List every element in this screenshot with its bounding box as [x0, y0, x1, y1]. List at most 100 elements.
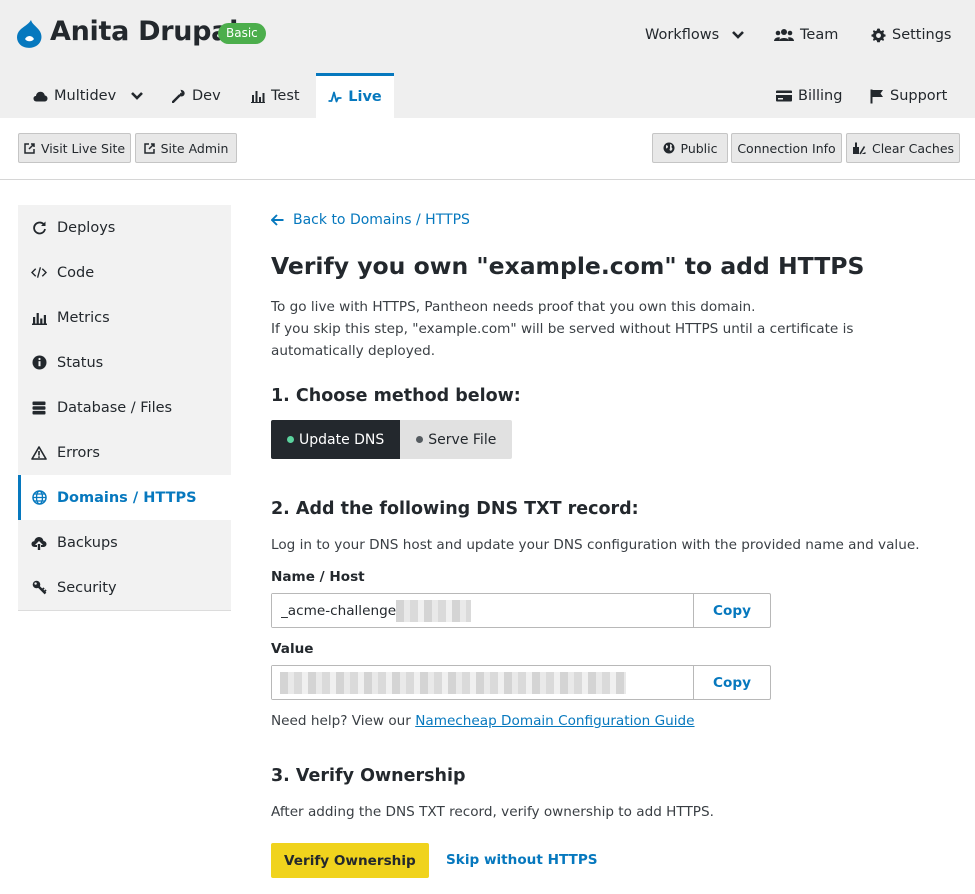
credit-card-icon — [776, 90, 792, 102]
sidebar-item-code[interactable]: Code — [18, 250, 231, 295]
globe-icon — [31, 490, 47, 506]
tab-dev[interactable]: Dev — [172, 74, 221, 118]
sidebar-item-label: Status — [57, 354, 104, 371]
back-to-domains-link[interactable]: Back to Domains / HTTPS — [271, 212, 470, 228]
help-text: Need help? View our Namecheap Domain Con… — [271, 713, 695, 729]
plan-badge: Basic — [218, 23, 266, 44]
selected-dot-icon — [287, 436, 294, 443]
step3-instructions: After adding the DNS TXT record, verify … — [271, 804, 714, 820]
tab-test-label: Test — [271, 88, 300, 104]
billing-label: Billing — [798, 88, 843, 104]
method-toggle: Update DNS Serve File — [271, 420, 513, 459]
sidebar-item-label: Code — [57, 264, 95, 281]
info-icon — [31, 355, 47, 371]
connection-info-label: Connection Info — [737, 140, 836, 156]
environment-action-bar: Visit Live Site Site Admin Public Connec… — [0, 118, 975, 180]
key-icon — [31, 580, 47, 596]
external-link-icon — [143, 142, 155, 154]
sidebar-item-label: Database / Files — [57, 399, 173, 416]
site-admin-button[interactable]: Site Admin — [135, 133, 237, 163]
site-admin-label: Site Admin — [160, 140, 229, 156]
sidebar-item-backups[interactable]: Backups — [18, 520, 231, 565]
step2-heading: 2. Add the following DNS TXT record: — [271, 499, 639, 519]
update-dns-option[interactable]: Update DNS — [271, 420, 401, 459]
pulse-icon — [328, 91, 342, 103]
support-label: Support — [890, 88, 948, 104]
sidebar-item-label: Deploys — [57, 219, 116, 236]
step1-heading: 1. Choose method below: — [271, 386, 521, 406]
skip-without-https-link[interactable]: Skip without HTTPS — [446, 852, 598, 868]
team-link[interactable]: Team — [774, 24, 838, 46]
workflows-menu[interactable]: Workflows — [645, 24, 745, 46]
bar-chart-icon — [251, 91, 265, 103]
arrow-left-icon — [271, 214, 284, 226]
name-host-field: Copy — [271, 593, 771, 628]
drupal-logo-icon — [17, 20, 42, 48]
cloud-icon — [33, 91, 48, 101]
value-field: Copy — [271, 665, 771, 700]
tab-live[interactable]: Live — [316, 73, 394, 118]
namecheap-guide-link[interactable]: Namecheap Domain Configuration Guide — [415, 713, 694, 729]
name-host-input[interactable] — [272, 594, 693, 627]
sidebar-item-deploys[interactable]: Deploys — [18, 205, 231, 250]
environment-sidebar: Deploys Code Metrics Status Database / F… — [18, 205, 232, 611]
sidebar-item-errors[interactable]: Errors — [18, 430, 231, 475]
public-button[interactable]: Public — [652, 133, 728, 163]
sidebar-item-label: Backups — [57, 534, 118, 551]
sidebar-item-status[interactable]: Status — [18, 340, 231, 385]
sidebar-item-metrics[interactable]: Metrics — [18, 295, 231, 340]
visit-live-site-label: Visit Live Site — [40, 140, 126, 156]
intro-line-1: To go live with HTTPS, Pantheon needs pr… — [271, 299, 756, 315]
team-label: Team — [800, 27, 839, 43]
page-title: Verify you own "example.com" to add HTTP… — [271, 252, 865, 280]
top-header: Anita Drupal Basic Workflows Team Settin… — [0, 0, 975, 118]
visit-live-site-button[interactable]: Visit Live Site — [18, 133, 131, 163]
value-label: Value — [271, 641, 314, 657]
copy-value-button[interactable]: Copy — [693, 666, 770, 699]
sidebar-item-label: Metrics — [57, 309, 110, 326]
serve-file-option[interactable]: Serve File — [400, 420, 513, 459]
connection-info-button[interactable]: Connection Info — [731, 133, 842, 163]
unselected-dot-icon — [416, 436, 424, 443]
sidebar-item-label: Errors — [57, 444, 100, 461]
sidebar-item-database-files[interactable]: Database / Files — [18, 385, 231, 430]
globe-icon — [663, 142, 674, 154]
step3-heading: 3. Verify Ownership — [271, 766, 466, 786]
help-prefix: Need help? View our — [271, 713, 416, 729]
tab-dev-label: Dev — [192, 88, 221, 104]
clear-caches-button[interactable]: Clear Caches — [846, 133, 960, 163]
public-label: Public — [680, 140, 718, 156]
redacted-txt-value — [280, 672, 626, 694]
intro-text: To go live with HTTPS, Pantheon needs pr… — [271, 296, 931, 362]
name-host-label: Name / Host — [271, 569, 365, 585]
chevron-down-icon — [131, 92, 144, 100]
chevron-down-icon — [732, 31, 745, 39]
verify-ownership-button[interactable]: Verify Ownership — [271, 843, 429, 878]
copy-name-button[interactable]: Copy — [693, 594, 770, 627]
site-name[interactable]: Anita Drupal — [50, 16, 238, 47]
intro-line-2: If you skip this step, "example.com" wil… — [271, 321, 854, 359]
clear-caches-label: Clear Caches — [871, 140, 955, 156]
tab-test[interactable]: Test — [251, 74, 300, 118]
redacted-domain — [396, 600, 471, 622]
external-link-icon — [24, 142, 35, 154]
bar-chart-icon — [31, 310, 47, 326]
billing-link[interactable]: Billing — [776, 85, 842, 107]
sidebar-item-domains-https[interactable]: Domains / HTTPS — [18, 475, 232, 520]
team-icon — [774, 29, 794, 41]
back-link-label: Back to Domains / HTTPS — [293, 212, 470, 228]
serve-file-label: Serve File — [428, 431, 497, 448]
sidebar-item-label: Security — [57, 579, 117, 596]
broom-icon — [852, 142, 866, 155]
tab-multidev[interactable]: Multidev — [33, 74, 144, 118]
gear-icon — [871, 27, 886, 42]
cloud-upload-icon — [31, 535, 47, 551]
sidebar-item-security[interactable]: Security — [18, 565, 231, 610]
settings-link[interactable]: Settings — [871, 24, 951, 46]
tab-multidev-label: Multidev — [54, 88, 117, 104]
support-link[interactable]: Support — [870, 85, 947, 107]
refresh-icon — [31, 220, 47, 236]
tab-live-label: Live — [348, 89, 382, 105]
wrench-icon — [172, 89, 185, 103]
workflows-label: Workflows — [645, 27, 720, 43]
